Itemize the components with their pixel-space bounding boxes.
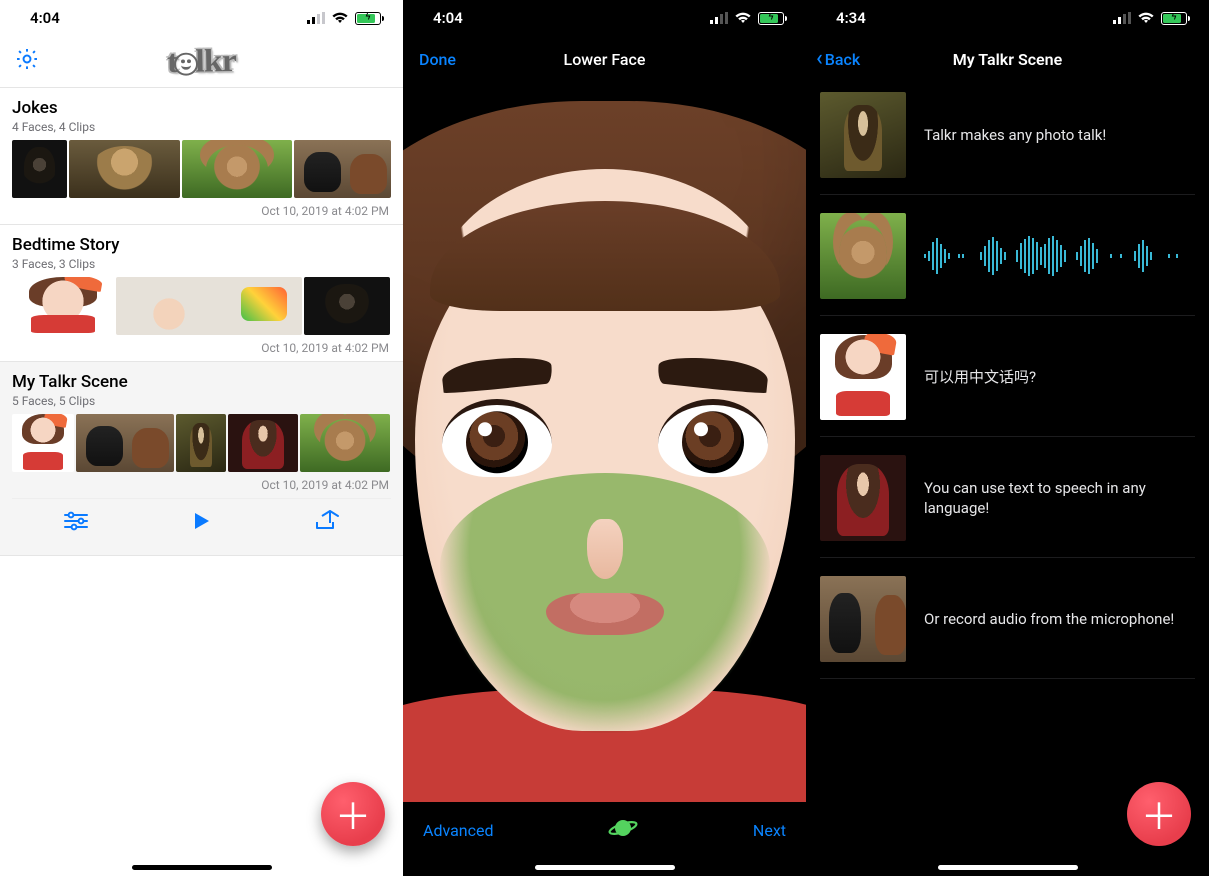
scene-item-my-talkr-scene[interactable]: My Talkr Scene 5 Faces, 5 Clips Oct 10, … — [0, 362, 403, 556]
editor-toolbar: Advanced Next — [403, 802, 806, 858]
wifi-icon — [1137, 12, 1155, 24]
clip-row[interactable]: 可以用中文话吗? — [820, 334, 1195, 437]
screen-scenes-list: 4:04 ϟ tlkr Jokes 4 Faces, 4 Clips — [0, 0, 403, 876]
share-button[interactable] — [312, 509, 342, 537]
back-button[interactable]: ‹ Back — [816, 48, 860, 70]
thumb-gorilla — [12, 140, 67, 198]
face-canvas[interactable] — [403, 82, 806, 802]
screen-lower-face-editor: 4:04 ϟ Done Lower Face — [403, 0, 806, 876]
next-button[interactable]: Next — [753, 821, 786, 840]
thumb-queen-portrait — [820, 455, 906, 541]
back-label: Back — [825, 50, 860, 69]
scene-subtitle: 3 Faces, 3 Clips — [12, 257, 391, 271]
clip-row[interactable]: You can use text to speech in any langua… — [820, 455, 1195, 558]
waveform-icon — [924, 234, 1195, 278]
status-bar: 4:04 ϟ — [0, 0, 403, 36]
battery-icon: ϟ — [355, 12, 381, 25]
status-right: ϟ — [710, 12, 784, 25]
plus-icon: ＋ — [1141, 788, 1177, 840]
nav-bar: Done Lower Face — [403, 36, 806, 82]
clip-waveform — [924, 234, 1195, 278]
status-time: 4:34 — [836, 9, 866, 27]
wifi-icon — [331, 12, 349, 24]
scene-subtitle: 4 Faces, 4 Clips — [12, 120, 391, 134]
cellular-icon — [307, 12, 325, 24]
home-indicator — [535, 865, 675, 870]
thumb-cartoon-girl — [12, 414, 74, 472]
scene-thumbs — [12, 140, 391, 198]
planet-button[interactable] — [608, 816, 638, 844]
plus-icon: ＋ — [335, 788, 371, 840]
scene-date: Oct 10, 2019 at 4:02 PM — [12, 335, 391, 357]
scene-title: Bedtime Story — [12, 235, 391, 255]
status-right: ϟ — [307, 12, 381, 25]
thumb-teddy — [820, 213, 906, 299]
thumb-queen-portrait — [228, 414, 298, 472]
play-button[interactable] — [189, 509, 213, 537]
nav-bar: ‹ Back My Talkr Scene — [806, 36, 1209, 82]
scene-item-bedtime-story[interactable]: Bedtime Story 3 Faces, 3 Clips Oct 10, 2… — [0, 225, 403, 362]
thumb-baby — [116, 277, 302, 335]
settings-button[interactable] — [14, 46, 40, 78]
wifi-icon — [734, 12, 752, 24]
thumb-two-dogs — [294, 140, 391, 198]
thumb-two-dogs — [820, 576, 906, 662]
cellular-icon — [710, 12, 728, 24]
status-time: 4:04 — [30, 9, 60, 27]
chevron-left-icon: ‹ — [816, 48, 823, 70]
clip-row[interactable] — [820, 213, 1195, 316]
edit-button[interactable] — [62, 510, 90, 536]
clip-text: Talkr makes any photo talk! — [924, 125, 1195, 145]
cartoon-face — [403, 141, 806, 801]
thumb-cartoon-girl — [12, 277, 114, 335]
thumb-mona-lisa — [176, 414, 226, 472]
status-right: ϟ — [1113, 12, 1187, 25]
clip-row[interactable]: Or record audio from the microphone! — [820, 576, 1195, 679]
scene-title: Jokes — [12, 98, 391, 118]
thumb-two-dogs — [76, 414, 174, 472]
battery-icon: ϟ — [1161, 12, 1187, 25]
thumb-cartoon-girl — [820, 334, 906, 420]
thumb-lioness — [69, 140, 180, 198]
scene-date: Oct 10, 2019 at 4:02 PM — [12, 472, 391, 494]
app-logo: tlkr — [167, 43, 236, 80]
add-scene-fab[interactable]: ＋ — [321, 782, 385, 846]
clip-row[interactable]: Talkr makes any photo talk! — [820, 92, 1195, 195]
clip-list: Talkr makes any photo talk! — [806, 82, 1209, 679]
scene-item-jokes[interactable]: Jokes 4 Faces, 4 Clips Oct 10, 2019 at 4… — [0, 88, 403, 225]
thumb-gorilla — [304, 277, 390, 335]
clip-text: Or record audio from the microphone! — [924, 609, 1195, 629]
clip-text: You can use text to speech in any langua… — [924, 478, 1195, 519]
home-indicator — [938, 865, 1078, 870]
scene-thumbs — [12, 277, 391, 335]
clip-text: 可以用中文话吗? — [924, 367, 1195, 387]
scene-title: My Talkr Scene — [12, 372, 391, 392]
scene-thumbs — [12, 414, 391, 472]
status-time: 4:04 — [433, 9, 463, 27]
status-bar: 4:04 ϟ — [403, 0, 806, 36]
advanced-button[interactable]: Advanced — [423, 821, 494, 840]
home-indicator — [132, 865, 272, 870]
cellular-icon — [1113, 12, 1131, 24]
add-clip-fab[interactable]: ＋ — [1127, 782, 1191, 846]
scene-action-bar — [12, 498, 391, 551]
status-bar: 4:34 ϟ — [806, 0, 1209, 36]
thumb-teddy — [300, 414, 390, 472]
done-button[interactable]: Done — [419, 50, 456, 69]
nav-title: Lower Face — [564, 50, 646, 69]
scene-subtitle: 5 Faces, 5 Clips — [12, 394, 391, 408]
thumb-mona-lisa — [820, 92, 906, 178]
thumb-teddy — [182, 140, 293, 198]
nav-title: My Talkr Scene — [953, 50, 1062, 69]
battery-icon: ϟ — [758, 12, 784, 25]
scene-date: Oct 10, 2019 at 4:02 PM — [12, 198, 391, 220]
screen-scene-detail: 4:34 ϟ ‹ Back My Talkr Scene Talkr makes… — [806, 0, 1209, 876]
nav-bar: tlkr — [0, 36, 403, 88]
